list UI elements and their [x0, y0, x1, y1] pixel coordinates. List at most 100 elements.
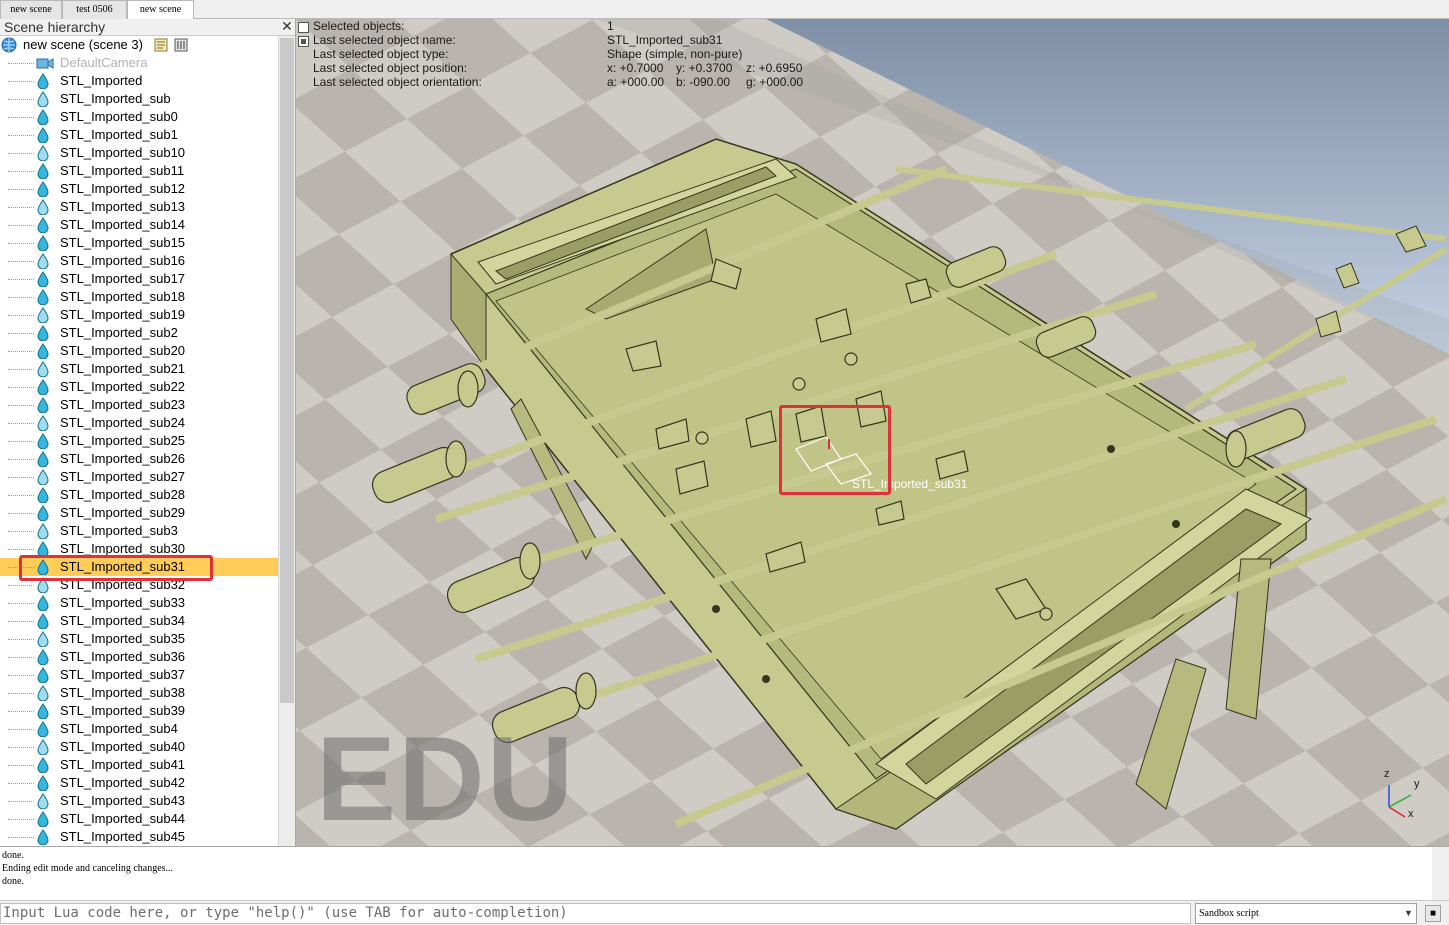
close-icon[interactable]: ✕ [280, 19, 294, 34]
tree-item-row[interactable]: STL_Imported_sub28 [0, 486, 278, 504]
tree-item-row[interactable]: STL_Imported_sub39 [0, 702, 278, 720]
camera-row[interactable]: DefaultCamera [0, 54, 278, 72]
tab-scene-1[interactable]: new scene [0, 0, 62, 19]
tree-item-row[interactable]: STL_Imported_sub33 [0, 594, 278, 612]
tree-item-row[interactable]: STL_Imported_sub23 [0, 396, 278, 414]
tree-item-row[interactable]: STL_Imported_sub4 [0, 720, 278, 738]
lua-input[interactable]: Input Lua code here, or type "help()" (u… [0, 903, 1191, 924]
tree-item-row[interactable]: STL_Imported_sub29 [0, 504, 278, 522]
tree-item-row[interactable]: STL_Imported_sub2 [0, 324, 278, 342]
toggle-icon[interactable]: ■ [1425, 905, 1441, 922]
tree-item-label: STL_Imported_sub37 [60, 667, 186, 682]
script-icon[interactable] [154, 38, 168, 52]
tree-item-row[interactable]: STL_Imported_sub35 [0, 630, 278, 648]
collapse-info-icon[interactable] [298, 36, 310, 48]
tree-item-row[interactable]: STL_Imported [0, 72, 278, 90]
tree-item-row[interactable]: STL_Imported_sub16 [0, 252, 278, 270]
shape-icon [37, 667, 49, 683]
app-window: new scene test 0506 new scene Scene hier… [0, 0, 1449, 925]
tree-item-row[interactable]: STL_Imported_sub15 [0, 234, 278, 252]
tree-item-row[interactable]: STL_Imported_sub0 [0, 108, 278, 126]
tree-item-label: STL_Imported_sub31 [60, 559, 186, 574]
customization-icon[interactable] [174, 38, 188, 52]
tree-item-row[interactable]: STL_Imported_sub1 [0, 126, 278, 144]
shape-icon [37, 361, 49, 377]
tree-connector [8, 387, 34, 388]
scrollbar-thumb[interactable] [280, 38, 294, 703]
console-scrollbar[interactable] [1432, 847, 1449, 901]
tree-item-row[interactable]: STL_Imported_sub32 [0, 576, 278, 594]
tree-item-row[interactable]: STL_Imported_sub18 [0, 288, 278, 306]
tree-item-label: STL_Imported_sub19 [60, 307, 186, 322]
camera-icon [36, 58, 54, 69]
info-label-count: Selected objects: [313, 19, 405, 33]
tree-connector [8, 369, 34, 370]
tree-item-row[interactable]: STL_Imported_sub45 [0, 828, 278, 846]
tree-item-row[interactable]: STL_Imported_sub31 [0, 558, 278, 576]
tree-item-row[interactable]: STL_Imported_sub40 [0, 738, 278, 756]
tree-item-label: STL_Imported_sub23 [60, 397, 186, 412]
tree-item-row[interactable]: STL_Imported_sub11 [0, 162, 278, 180]
shape-icon [37, 397, 49, 413]
tree-connector [8, 243, 34, 244]
tab-scene-3[interactable]: new scene [127, 0, 194, 20]
shape-icon [37, 703, 49, 719]
tree-item-label: STL_Imported_sub39 [60, 703, 186, 718]
tree-connector [8, 333, 34, 334]
shape-icon [37, 325, 49, 341]
tree-item-row[interactable]: STL_Imported_sub21 [0, 360, 278, 378]
tree-item-row[interactable]: STL_Imported_sub10 [0, 144, 278, 162]
tree-item-row[interactable]: STL_Imported_sub25 [0, 432, 278, 450]
tree-item-row[interactable]: STL_Imported_sub34 [0, 612, 278, 630]
tab-scene-2[interactable]: test 0506 [62, 0, 127, 19]
tree-item-row[interactable]: STL_Imported_sub12 [0, 180, 278, 198]
tree-item-row[interactable]: STL_Imported_sub42 [0, 774, 278, 792]
tree-item-row[interactable]: STL_Imported_sub41 [0, 756, 278, 774]
tree-item-row[interactable]: STL_Imported_sub20 [0, 342, 278, 360]
tree-item-label: STL_Imported_sub42 [60, 775, 186, 790]
tree-item-row[interactable]: STL_Imported_sub37 [0, 666, 278, 684]
tree-item-label: STL_Imported_sub15 [60, 235, 186, 250]
status-console: done. Ending edit mode and canceling cha… [0, 846, 1449, 901]
tree-connector [8, 189, 34, 190]
expand-info-icon[interactable] [298, 22, 310, 34]
hierarchy-scrollbar[interactable] [278, 36, 295, 846]
scene-root-label: new scene (scene 3) [23, 37, 143, 52]
tree-item-row[interactable]: STL_Imported_sub14 [0, 216, 278, 234]
shape-icon [37, 577, 49, 593]
tree-item-row[interactable]: STL_Imported_sub44 [0, 810, 278, 828]
tree-item-row[interactable]: STL_Imported_sub13 [0, 198, 278, 216]
tree-item-row[interactable]: STL_Imported_sub38 [0, 684, 278, 702]
shape-icon [37, 775, 49, 791]
tree-item-row[interactable]: STL_Imported_sub22 [0, 378, 278, 396]
shape-icon [37, 541, 49, 557]
tree-item-row[interactable]: STL_Imported_sub43 [0, 792, 278, 810]
tree-item-row[interactable]: STL_Imported_sub24 [0, 414, 278, 432]
shape-icon [37, 613, 49, 629]
tree-item-label: STL_Imported_sub11 [60, 163, 185, 178]
tree-item-row[interactable]: STL_Imported_sub3 [0, 522, 278, 540]
shape-icon [37, 415, 49, 431]
tree-item-row[interactable]: STL_Imported_sub36 [0, 648, 278, 666]
script-selector[interactable]: Sandbox script [1195, 903, 1417, 924]
info-value-count: 1 [607, 19, 614, 33]
tree-item-row[interactable]: STL_Imported_sub19 [0, 306, 278, 324]
chevron-down-icon[interactable]: ▼ [1400, 903, 1417, 924]
shape-icon [37, 595, 49, 611]
tree-item-row[interactable]: STL_Imported_sub26 [0, 450, 278, 468]
scene-root-row[interactable]: new scene (scene 3) [0, 36, 278, 54]
tree-item-row[interactable]: STL_Imported_sub30 [0, 540, 278, 558]
info-label-orientation: Last selected object orientation: [313, 75, 482, 89]
shape-icon [37, 163, 49, 179]
tree-connector [8, 729, 34, 730]
console-line: done. [2, 850, 24, 861]
3d-viewport[interactable]: Selected objects: Last selected object n… [296, 19, 1449, 846]
tree-connector [8, 459, 34, 460]
tree-item-row[interactable]: STL_Imported_sub [0, 90, 278, 108]
tree-item-row[interactable]: STL_Imported_sub17 [0, 270, 278, 288]
shape-icon [37, 451, 49, 467]
shape-icon [37, 307, 49, 323]
tree-item-label: STL_Imported_sub26 [60, 451, 186, 466]
tree-item-row[interactable]: STL_Imported_sub27 [0, 468, 278, 486]
tree-connector [8, 423, 34, 424]
